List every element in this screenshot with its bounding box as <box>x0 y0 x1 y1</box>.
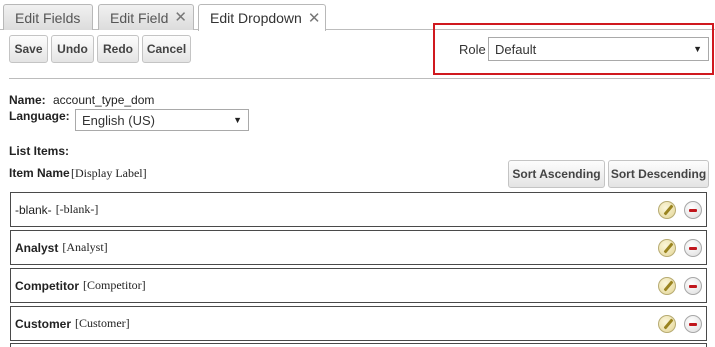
sort-ascending-button[interactable]: Sort Ascending <box>508 160 605 188</box>
item-name-header: Item Name <box>9 166 70 180</box>
tab-edit-fields[interactable]: Edit Fields <box>3 4 93 30</box>
minus-circle-icon[interactable] <box>684 314 702 333</box>
toolbar-divider <box>9 78 710 79</box>
language-label: Language: <box>9 109 70 123</box>
minus-circle-icon[interactable] <box>684 200 702 219</box>
list-items-label: List Items: <box>9 144 70 158</box>
name-value: account_type_dom <box>53 93 155 107</box>
chevron-down-icon: ▼ <box>693 44 702 54</box>
chevron-down-icon: ▼ <box>233 115 242 125</box>
item-name: Customer <box>15 316 72 331</box>
name-label: Name: <box>9 93 46 107</box>
display-label-header: [Display Label] <box>71 166 147 180</box>
item-name: Competitor <box>15 278 79 293</box>
list-item-partial <box>10 343 707 347</box>
list-item[interactable]: Customer [Customer] <box>10 306 707 341</box>
minus-circle-icon[interactable] <box>684 276 702 295</box>
undo-button[interactable]: Undo <box>51 35 94 63</box>
pencil-icon[interactable] <box>658 200 676 219</box>
pencil-icon[interactable] <box>658 276 676 295</box>
role-select[interactable]: Default ▼ <box>488 37 709 61</box>
item-name: Analyst <box>15 240 59 255</box>
minus-circle-icon[interactable] <box>684 238 702 257</box>
list-item[interactable]: Analyst [Analyst] <box>10 230 707 265</box>
list-item[interactable]: Competitor [Competitor] <box>10 268 707 303</box>
cancel-button[interactable]: Cancel <box>142 35 191 63</box>
tab-label: Edit Fields <box>15 9 81 26</box>
tab-edit-field[interactable]: Edit Field ✕ <box>98 4 194 30</box>
language-select-value: English (US) <box>82 112 155 128</box>
tab-label: Edit Dropdown <box>210 10 302 26</box>
save-button[interactable]: Save <box>9 35 48 63</box>
item-display-label: [Analyst] <box>62 240 108 254</box>
role-label: Role <box>459 42 486 57</box>
item-display-label: [-blank-] <box>55 202 99 216</box>
sort-descending-button[interactable]: Sort Descending <box>608 160 709 188</box>
role-select-value: Default <box>495 41 537 57</box>
item-display-label: [Competitor] <box>83 278 146 292</box>
list-item[interactable]: -blank- [-blank-] <box>10 192 707 227</box>
item-display-label: [Customer] <box>75 316 130 330</box>
redo-button[interactable]: Redo <box>97 35 139 63</box>
language-select[interactable]: English (US) ▼ <box>75 109 249 131</box>
pencil-icon[interactable] <box>658 238 676 257</box>
tab-label: Edit Field <box>110 9 169 26</box>
close-icon[interactable]: ✕ <box>308 11 321 26</box>
pencil-icon[interactable] <box>658 314 676 333</box>
close-icon[interactable]: ✕ <box>174 10 187 25</box>
item-name: -blank- <box>15 202 52 217</box>
tab-edit-dropdown[interactable]: Edit Dropdown ✕ <box>198 4 326 31</box>
